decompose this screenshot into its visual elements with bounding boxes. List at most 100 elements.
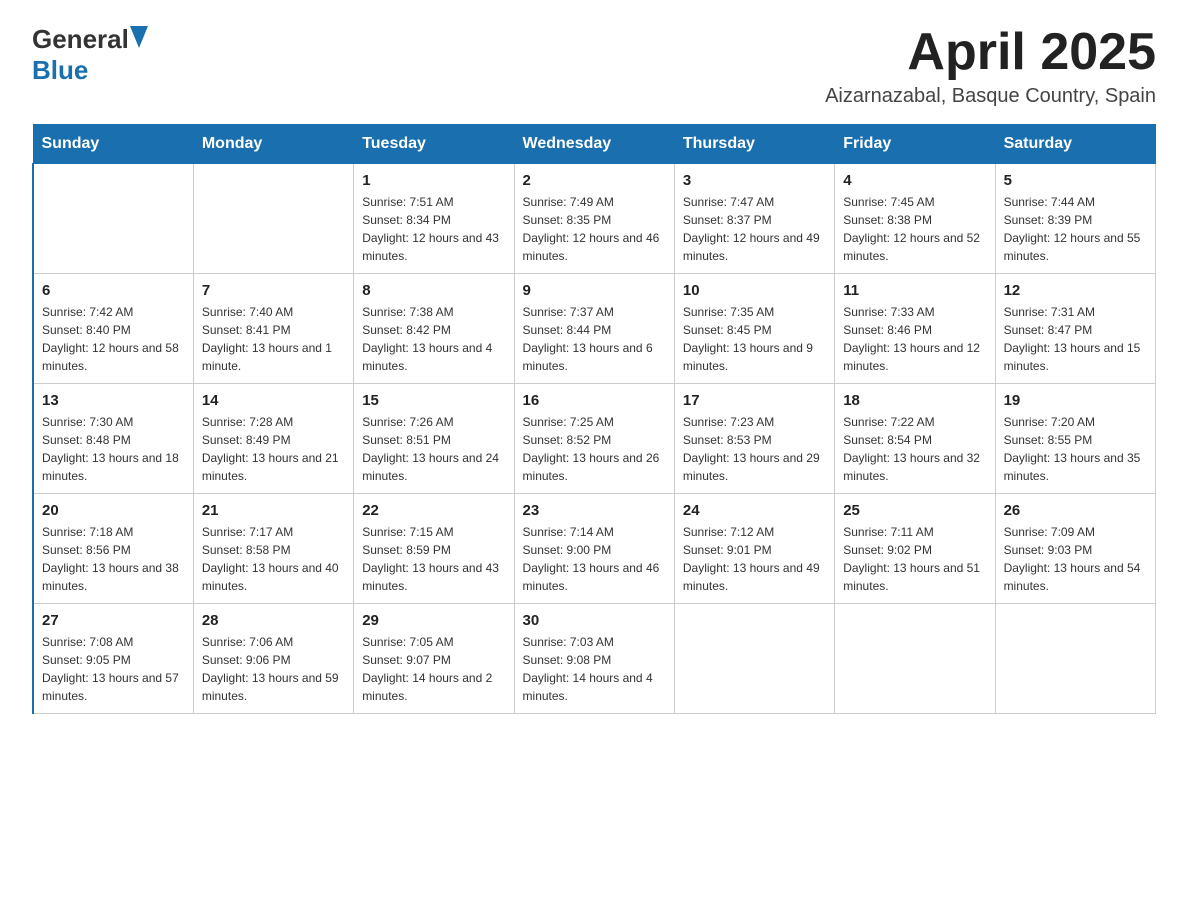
day-number: 15: [362, 392, 505, 409]
day-number: 13: [42, 392, 185, 409]
day-info: Sunrise: 7:06 AMSunset: 9:06 PMDaylight:…: [202, 633, 345, 705]
title-section: April 2025 Aizarnazabal, Basque Country,…: [825, 24, 1156, 108]
day-number: 24: [683, 502, 826, 519]
day-cell-22: 22 Sunrise: 7:15 AMSunset: 8:59 PMDayligh…: [354, 494, 514, 604]
day-number: 22: [362, 502, 505, 519]
day-info: Sunrise: 7:49 AMSunset: 8:35 PMDaylight:…: [523, 193, 666, 265]
day-info: Sunrise: 7:12 AMSunset: 9:01 PMDaylight:…: [683, 523, 826, 595]
day-cell-23: 23 Sunrise: 7:14 AMSunset: 9:00 PMDayligh…: [514, 494, 674, 604]
day-number: 1: [362, 172, 505, 189]
day-info: Sunrise: 7:42 AMSunset: 8:40 PMDaylight:…: [42, 303, 185, 375]
day-number: 4: [843, 172, 986, 189]
day-cell-7: 7 Sunrise: 7:40 AMSunset: 8:41 PMDaylight…: [193, 274, 353, 384]
day-number: 12: [1004, 282, 1147, 299]
day-number: 30: [523, 612, 666, 629]
day-cell-16: 16 Sunrise: 7:25 AMSunset: 8:52 PMDayligh…: [514, 384, 674, 494]
day-cell-19: 19Sunrise: 7:20 AMSunset: 8:55 PMDayligh…: [995, 384, 1155, 494]
day-info: Sunrise: 7:47 AMSunset: 8:37 PMDaylight:…: [683, 193, 826, 265]
day-cell-5: 5 Sunrise: 7:44 AMSunset: 8:39 PMDaylight…: [995, 164, 1155, 274]
day-cell-8: 8 Sunrise: 7:38 AMSunset: 8:42 PMDaylight…: [354, 274, 514, 384]
weekday-header-monday: Monday: [193, 125, 353, 164]
day-cell-26: 26 Sunrise: 7:09 AMSunset: 9:03 PMDayligh…: [995, 494, 1155, 604]
day-info: Sunrise: 7:51 AMSunset: 8:34 PMDaylight:…: [362, 193, 505, 265]
day-cell-18: 18Sunrise: 7:22 AMSunset: 8:54 PMDayligh…: [835, 384, 995, 494]
day-number: 2: [523, 172, 666, 189]
day-number: 27: [42, 612, 185, 629]
day-info: Sunrise: 7:45 AMSunset: 8:38 PMDaylight:…: [843, 193, 986, 265]
day-info: Sunrise: 7:11 AMSunset: 9:02 PMDaylight:…: [843, 523, 986, 595]
page-header: General Blue April 2025 Aizarnazabal, Ba…: [32, 24, 1156, 108]
week-row-4: 20Sunrise: 7:18 AMSunset: 8:56 PMDayligh…: [33, 494, 1156, 604]
calendar-table: SundayMondayTuesdayWednesdayThursdayFrid…: [32, 124, 1156, 714]
day-number: 11: [843, 282, 986, 299]
day-number: 3: [683, 172, 826, 189]
empty-cell: [33, 164, 193, 274]
day-cell-21: 21Sunrise: 7:17 AMSunset: 8:58 PMDayligh…: [193, 494, 353, 604]
weekday-header-tuesday: Tuesday: [354, 125, 514, 164]
empty-cell: [835, 604, 995, 714]
weekday-header-sunday: Sunday: [33, 125, 193, 164]
day-info: Sunrise: 7:03 AMSunset: 9:08 PMDaylight:…: [523, 633, 666, 705]
logo: General Blue: [32, 24, 150, 86]
day-number: 7: [202, 282, 345, 299]
weekday-header-thursday: Thursday: [674, 125, 834, 164]
day-number: 6: [42, 282, 185, 299]
day-info: Sunrise: 7:44 AMSunset: 8:39 PMDaylight:…: [1004, 193, 1147, 265]
location-subtitle: Aizarnazabal, Basque Country, Spain: [825, 85, 1156, 108]
empty-cell: [193, 164, 353, 274]
day-info: Sunrise: 7:38 AMSunset: 8:42 PMDaylight:…: [362, 303, 505, 375]
day-number: 10: [683, 282, 826, 299]
day-number: 16: [523, 392, 666, 409]
week-row-2: 6 Sunrise: 7:42 AMSunset: 8:40 PMDaylight…: [33, 274, 1156, 384]
logo-blue-text: Blue: [32, 55, 88, 85]
day-number: 9: [523, 282, 666, 299]
day-info: Sunrise: 7:28 AMSunset: 8:49 PMDaylight:…: [202, 413, 345, 485]
day-info: Sunrise: 7:18 AMSunset: 8:56 PMDaylight:…: [42, 523, 185, 595]
day-info: Sunrise: 7:15 AMSunset: 8:59 PMDaylight:…: [362, 523, 505, 595]
weekday-header-wednesday: Wednesday: [514, 125, 674, 164]
empty-cell: [995, 604, 1155, 714]
day-info: Sunrise: 7:17 AMSunset: 8:58 PMDaylight:…: [202, 523, 345, 595]
day-number: 25: [843, 502, 986, 519]
day-info: Sunrise: 7:37 AMSunset: 8:44 PMDaylight:…: [523, 303, 666, 375]
day-number: 18: [843, 392, 986, 409]
day-cell-6: 6 Sunrise: 7:42 AMSunset: 8:40 PMDaylight…: [33, 274, 193, 384]
day-cell-24: 24 Sunrise: 7:12 AMSunset: 9:01 PMDayligh…: [674, 494, 834, 604]
day-cell-29: 29Sunrise: 7:05 AMSunset: 9:07 PMDayligh…: [354, 604, 514, 714]
day-cell-10: 10Sunrise: 7:35 AMSunset: 8:45 PMDayligh…: [674, 274, 834, 384]
day-cell-2: 2 Sunrise: 7:49 AMSunset: 8:35 PMDaylight…: [514, 164, 674, 274]
day-cell-17: 17 Sunrise: 7:23 AMSunset: 8:53 PMDayligh…: [674, 384, 834, 494]
day-number: 14: [202, 392, 345, 409]
day-info: Sunrise: 7:20 AMSunset: 8:55 PMDaylight:…: [1004, 413, 1147, 485]
day-number: 23: [523, 502, 666, 519]
day-cell-28: 28 Sunrise: 7:06 AMSunset: 9:06 PMDayligh…: [193, 604, 353, 714]
day-info: Sunrise: 7:23 AMSunset: 8:53 PMDaylight:…: [683, 413, 826, 485]
day-cell-11: 11Sunrise: 7:33 AMSunset: 8:46 PMDayligh…: [835, 274, 995, 384]
day-info: Sunrise: 7:25 AMSunset: 8:52 PMDaylight:…: [523, 413, 666, 485]
day-info: Sunrise: 7:30 AMSunset: 8:48 PMDaylight:…: [42, 413, 185, 485]
day-cell-14: 14 Sunrise: 7:28 AMSunset: 8:49 PMDayligh…: [193, 384, 353, 494]
day-number: 5: [1004, 172, 1147, 189]
day-info: Sunrise: 7:31 AMSunset: 8:47 PMDaylight:…: [1004, 303, 1147, 375]
day-cell-20: 20Sunrise: 7:18 AMSunset: 8:56 PMDayligh…: [33, 494, 193, 604]
day-cell-9: 9 Sunrise: 7:37 AMSunset: 8:44 PMDaylight…: [514, 274, 674, 384]
day-info: Sunrise: 7:09 AMSunset: 9:03 PMDaylight:…: [1004, 523, 1147, 595]
week-row-5: 27 Sunrise: 7:08 AMSunset: 9:05 PMDayligh…: [33, 604, 1156, 714]
weekday-header-row: SundayMondayTuesdayWednesdayThursdayFrid…: [33, 125, 1156, 164]
day-number: 8: [362, 282, 505, 299]
day-number: 28: [202, 612, 345, 629]
day-number: 17: [683, 392, 826, 409]
day-cell-3: 3 Sunrise: 7:47 AMSunset: 8:37 PMDaylight…: [674, 164, 834, 274]
empty-cell: [674, 604, 834, 714]
logo-general-text: General: [32, 24, 129, 55]
month-title: April 2025: [825, 24, 1156, 81]
logo-triangle-icon: [130, 26, 148, 53]
day-number: 29: [362, 612, 505, 629]
day-info: Sunrise: 7:08 AMSunset: 9:05 PMDaylight:…: [42, 633, 185, 705]
week-row-3: 13 Sunrise: 7:30 AMSunset: 8:48 PMDayligh…: [33, 384, 1156, 494]
day-info: Sunrise: 7:40 AMSunset: 8:41 PMDaylight:…: [202, 303, 345, 375]
day-info: Sunrise: 7:14 AMSunset: 9:00 PMDaylight:…: [523, 523, 666, 595]
day-cell-27: 27 Sunrise: 7:08 AMSunset: 9:05 PMDayligh…: [33, 604, 193, 714]
day-number: 26: [1004, 502, 1147, 519]
day-cell-13: 13 Sunrise: 7:30 AMSunset: 8:48 PMDayligh…: [33, 384, 193, 494]
